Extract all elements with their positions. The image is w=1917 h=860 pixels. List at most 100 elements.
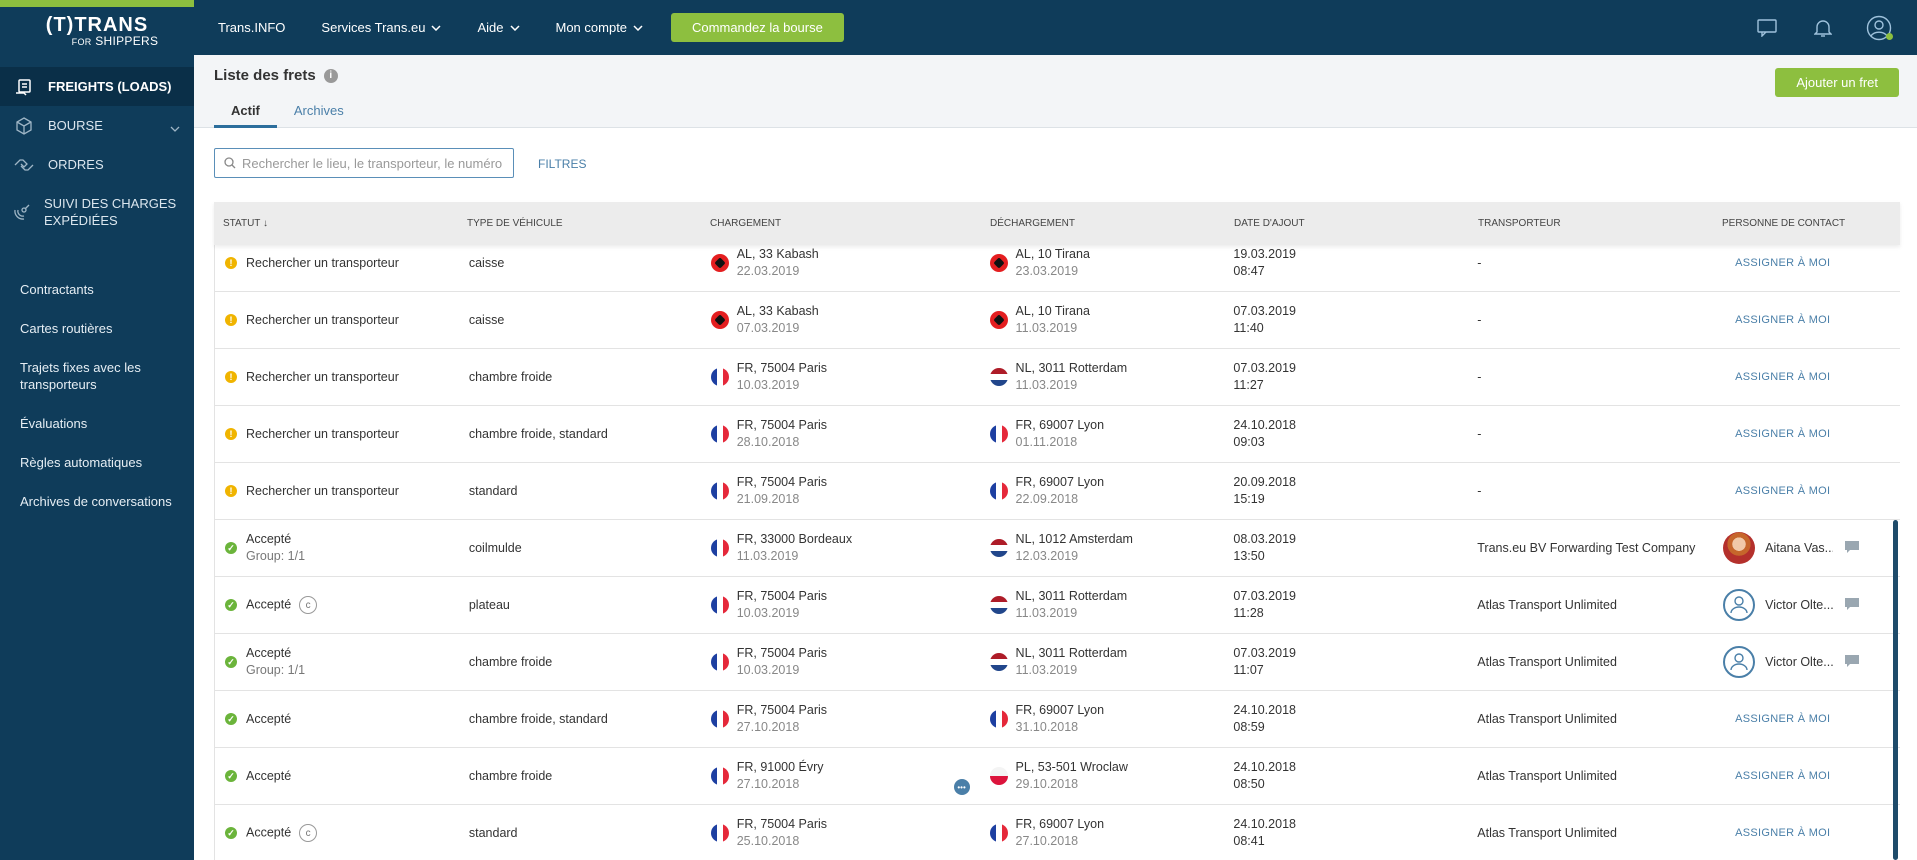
col-date-ajout[interactable]: DATE D'AJOUT <box>1225 218 1469 229</box>
cell-contact: ASSIGNER À MOI <box>1713 257 1900 269</box>
assign-to-me-link[interactable]: ASSIGNER À MOI <box>1735 371 1830 383</box>
added-date: 07.03.2019 <box>1233 589 1296 603</box>
more-stops-icon[interactable]: ••• <box>953 779 970 795</box>
contact-name[interactable]: Victor Olte... <box>1765 598 1833 612</box>
table-row[interactable]: ! Rechercher un transporteur standard FR, 7… <box>215 463 1900 520</box>
messages-button[interactable] <box>1739 0 1795 55</box>
add-freight-button[interactable]: Ajouter un fret <box>1775 68 1899 97</box>
added-date: 24.10.2018 <box>1233 760 1296 774</box>
unloading-place: NL, 3011 Rotterdam <box>1015 361 1128 375</box>
tab-actif[interactable]: Actif <box>214 100 277 128</box>
nav-label: Services Trans.eu <box>321 20 426 35</box>
sidebar-item-suivi[interactable]: SUIVI DES CHARGES EXPÉDIÉES <box>0 184 194 240</box>
table-row[interactable]: ! Rechercher un transporteur chambre froid… <box>215 406 1900 463</box>
cell-unloading: AL, 10 Tirana 23.03.2019 <box>982 246 1226 280</box>
contact-name[interactable]: Aitana Vas... <box>1765 541 1833 555</box>
avatar[interactable] <box>1723 589 1756 621</box>
cell-added: 24.10.2018 08:41 <box>1225 816 1469 850</box>
loading-date: 28.10.2018 <box>736 435 800 449</box>
assign-to-me-link[interactable]: ASSIGNER À MOI <box>1735 770 1830 782</box>
sidebar-item-bourse[interactable]: BOURSE <box>0 106 194 145</box>
info-icon[interactable]: i <box>323 68 338 83</box>
contact-name[interactable]: Victor Olte... <box>1765 655 1833 669</box>
nav-trans-info[interactable]: Trans.INFO <box>218 20 285 35</box>
avatar[interactable] <box>1723 646 1756 678</box>
cell-vehicle: chambre froide <box>468 655 553 669</box>
table-row[interactable]: ! Rechercher un transporteur chambre froid… <box>215 349 1900 406</box>
chat-icon[interactable] <box>1845 597 1860 613</box>
sidebar-item-ordres[interactable]: ORDRES <box>0 145 194 184</box>
flag-al-icon <box>710 311 729 329</box>
nav-label: Mon compte <box>555 20 628 35</box>
loading-date: 27.10.2018 <box>736 720 800 734</box>
added-date: 07.03.2019 <box>1233 361 1296 375</box>
table-row[interactable]: ✓ Accepté chambre froide FR, 91000 Évry 27.1… <box>215 748 1900 805</box>
assign-to-me-link[interactable]: ASSIGNER À MOI <box>1735 314 1830 326</box>
tab-archives[interactable]: Archives <box>277 100 361 128</box>
table-row[interactable]: ! Rechercher un transporteur caisse AL, 33 … <box>215 292 1900 349</box>
table-row[interactable]: ✓ Accepté c standard FR, 75004 Paris 25.10.20… <box>215 805 1900 860</box>
filters-button[interactable]: FILTRES <box>538 157 586 171</box>
check-icon: ✓ <box>225 599 237 611</box>
sidebar-link-evaluations[interactable]: Évaluations <box>0 404 194 443</box>
cell-contact: Victor Olte... <box>1713 589 1900 621</box>
sidebar-link-contractants[interactable]: Contractants <box>0 270 194 309</box>
flag-al-icon <box>710 254 729 272</box>
col-chargement[interactable]: CHARGEMENT <box>701 218 981 229</box>
cell-added: 07.03.2019 11:28 <box>1225 588 1469 622</box>
box-icon <box>12 114 36 138</box>
cell-carrier: - <box>1477 370 1482 384</box>
avatar[interactable] <box>1723 532 1756 564</box>
search-input[interactable] <box>242 155 504 171</box>
cell-vehicle: chambre froide, standard <box>468 427 608 441</box>
unloading-place: FR, 69007 Lyon <box>1015 475 1105 489</box>
assign-to-me-link[interactable]: ASSIGNER À MOI <box>1735 485 1830 497</box>
assign-to-me-link[interactable]: ASSIGNER À MOI <box>1735 257 1830 269</box>
chat-icon[interactable] <box>1845 540 1860 556</box>
notifications-button[interactable] <box>1795 0 1851 55</box>
loading-date: 07.03.2019 <box>736 321 800 335</box>
logo[interactable]: (T)TRANS FOR SHIPPERS <box>0 7 194 55</box>
sidebar-link-cartes[interactable]: Cartes routières <box>0 309 194 348</box>
sidebar-link-archives[interactable]: Archives de conversations <box>0 482 194 521</box>
unloading-date: 27.10.2018 <box>1015 834 1079 848</box>
table-row[interactable]: ✓ Accepté c plateau FR, 75004 Paris 10.03.201… <box>215 577 1900 634</box>
cell-contact: Aitana Vas... <box>1713 532 1900 564</box>
cell-contact: ASSIGNER À MOI <box>1713 428 1900 440</box>
account-button[interactable] <box>1851 0 1907 55</box>
sidebar-item-freights[interactable]: FREIGHTS (LOADS) <box>0 67 194 106</box>
col-vehicule[interactable]: TYPE DE VÉHICULE <box>458 218 701 229</box>
assign-to-me-link[interactable]: ASSIGNER À MOI <box>1735 428 1830 440</box>
sidebar-link-trajets[interactable]: Trajets fixes avec les transporteurs <box>0 348 194 404</box>
assign-to-me-link[interactable]: ASSIGNER À MOI <box>1735 827 1830 839</box>
logo-line1: (T)TRANS <box>45 14 149 36</box>
sidebar-link-regles[interactable]: Règles automatiques <box>0 443 194 482</box>
added-time: 08:47 <box>1233 264 1265 278</box>
col-contact[interactable]: PERSONNE DE CONTACT <box>1713 218 1900 229</box>
check-icon: ✓ <box>225 827 237 839</box>
assign-to-me-link[interactable]: ASSIGNER À MOI <box>1735 713 1830 725</box>
chat-icon[interactable] <box>1845 654 1860 670</box>
cell-status: ! Rechercher un transporteur <box>215 483 459 500</box>
nav-mon-compte[interactable]: Mon compte <box>556 20 644 35</box>
table-scrollbar[interactable] <box>1893 520 1898 860</box>
col-dechargement[interactable]: DÉCHARGEMENT <box>981 218 1225 229</box>
table-row[interactable]: ✓ Accepté chambre froide, standard FR, 7500… <box>215 691 1900 748</box>
cell-added: 24.10.2018 09:03 <box>1225 417 1469 451</box>
order-bourse-button[interactable]: Commandez la bourse <box>671 13 844 42</box>
table-row[interactable]: ✓ Accepté Group: 1/1 coilmulde FR, 33000 Bor… <box>215 520 1900 577</box>
check-icon: ✓ <box>225 656 237 668</box>
table-row[interactable]: ✓ Accepté Group: 1/1 chambre froide FR, 7500… <box>215 634 1900 691</box>
col-statut[interactable]: STATUT ↓ <box>214 218 458 229</box>
flag-al-icon <box>989 254 1008 272</box>
nav-aide[interactable]: Aide <box>477 20 520 35</box>
added-date: 20.09.2018 <box>1233 475 1296 489</box>
warning-icon: ! <box>225 428 237 440</box>
col-transporteur[interactable]: TRANSPORTEUR <box>1469 218 1713 229</box>
cell-loading: AL, 33 Kabash 07.03.2019 <box>702 303 982 337</box>
carrier-badge: c <box>299 824 318 842</box>
loading-place: AL, 33 Kabash <box>736 304 819 318</box>
added-time: 11:28 <box>1233 606 1264 620</box>
added-date: 07.03.2019 <box>1233 646 1296 660</box>
nav-services[interactable]: Services Trans.eu <box>321 20 441 35</box>
